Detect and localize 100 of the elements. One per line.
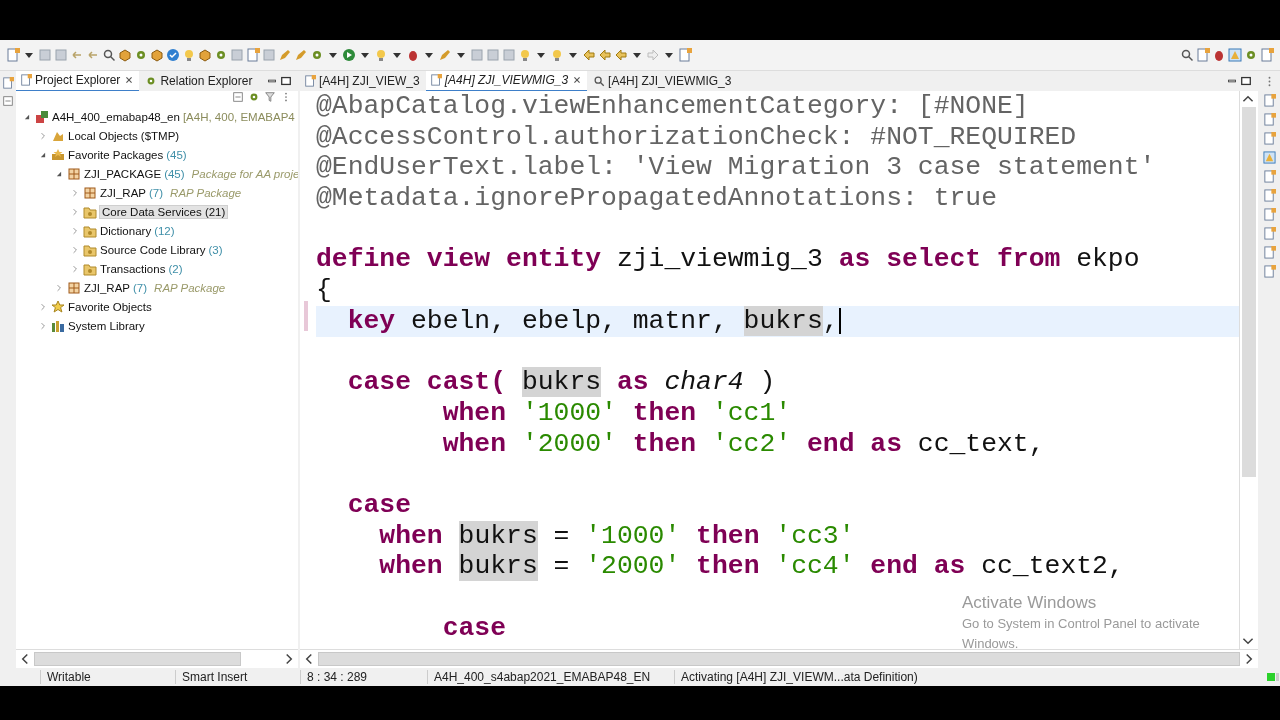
collapse-icon[interactable] — [232, 91, 244, 103]
code-line: case cast( bukrs as char4 ) — [346, 367, 776, 398]
tree-row[interactable]: Core Data Services (21) — [16, 202, 298, 221]
tree-row[interactable]: A4H_400_emabap48_en [A4H, 400, EMABAP4 — [16, 107, 298, 126]
back-arrow-icon[interactable] — [598, 48, 612, 62]
item-label: ZJI_RAP — [84, 281, 130, 294]
maximize-icon[interactable] — [280, 75, 292, 87]
status-text: Smart Insert — [175, 670, 300, 684]
tab[interactable]: Project Explorer — [16, 70, 140, 92]
page-icon[interactable] — [1262, 208, 1276, 221]
tree-row[interactable]: Local Objects ($TMP) — [16, 126, 298, 145]
package-icon — [67, 280, 81, 295]
notice-title: Activate Windows — [962, 592, 1098, 614]
item-label: Favorite Objects — [68, 300, 152, 313]
page-icon[interactable] — [1262, 246, 1276, 259]
scrollbar-thumb[interactable] — [34, 652, 241, 666]
item-label: Core Data Services (21) — [100, 205, 228, 218]
item-label: Transactions — [100, 262, 166, 275]
text-cursor — [838, 307, 841, 334]
item-label: Dictionary — [100, 224, 152, 237]
maximize-icon[interactable] — [1240, 75, 1252, 87]
bulb-icon[interactable] — [182, 48, 196, 62]
search-icon[interactable] — [102, 48, 116, 62]
page-icon — [20, 74, 32, 86]
package-icon — [83, 185, 97, 200]
page-icon — [304, 75, 316, 87]
tree-row[interactable]: Dictionary (12) — [16, 221, 298, 240]
back-arrow-icon[interactable] — [582, 48, 596, 62]
code-line: when '1000' then 'cc1' — [441, 397, 792, 429]
pencil-icon[interactable] — [294, 48, 308, 62]
pencil-icon[interactable] — [278, 48, 292, 62]
item-note: [A4H, 400, EMABAP4 — [182, 110, 295, 123]
page-icon[interactable] — [2, 77, 14, 89]
tab[interactable]: [A4H] ZJI_VIEWMIG_3 — [589, 71, 736, 91]
page-icon[interactable] — [1262, 132, 1276, 145]
tree-row[interactable]: System Library — [16, 316, 298, 335]
tab[interactable]: [A4H] ZJI_VIEWMIG_3 — [425, 70, 588, 92]
perspective-icon[interactable] — [1262, 151, 1276, 164]
item-description: RAP Package — [154, 281, 226, 294]
tree-row[interactable]: ZJI_RAP (7) RAP Package — [16, 278, 298, 297]
item-label: Favorite Packages — [68, 148, 164, 161]
code-line: when bukrs = '1000' then 'cc3' — [378, 520, 855, 552]
code-line: when bukrs = '2000' then 'cc4' end as cc_text2, — [378, 551, 1124, 582]
page-icon[interactable] — [1262, 170, 1276, 183]
page-icon[interactable] — [1262, 227, 1276, 240]
tab[interactable]: [A4H] ZJI_VIEW_3 — [300, 71, 424, 91]
play-icon[interactable] — [342, 48, 356, 62]
page-icon[interactable] — [1262, 265, 1276, 278]
item-description: RAP Package — [170, 186, 242, 199]
status-text: Activating [A4H] ZJI_VIEWM...ata Definition) — [674, 670, 1266, 684]
status-text: A4H_400_s4abap2021_EMABAP48_EN — [427, 670, 674, 684]
cube-icon[interactable] — [118, 48, 132, 62]
scrollbar-thumb[interactable] — [318, 652, 1240, 666]
page-icon[interactable] — [1262, 189, 1276, 202]
star-folder-icon — [51, 147, 65, 162]
tree-row[interactable]: Source Code Library (3) — [16, 240, 298, 259]
back-arrow-icon[interactable] — [614, 48, 628, 62]
server-icon — [35, 109, 49, 124]
code-line: { — [316, 275, 332, 306]
item-count: (45) — [166, 148, 187, 161]
code-line: @AbapCatalog.viewEnhancementCategory: [#NONE] — [316, 91, 1029, 122]
code-line: key ebeln, ebelp, matnr, bukrs, — [346, 305, 839, 337]
page-icon[interactable] — [1262, 113, 1276, 126]
page-icon[interactable] — [246, 48, 260, 62]
check-icon[interactable] — [166, 48, 180, 62]
status-text: Writable — [40, 670, 175, 684]
collapse-icon[interactable] — [2, 95, 14, 107]
code-line: when '2000' then 'cc2' end as cc_text, — [441, 428, 1045, 460]
tree-row[interactable]: Favorite Objects — [16, 297, 298, 316]
cube-icon[interactable] — [150, 48, 164, 62]
tab[interactable]: Relation Explorer — [141, 71, 257, 91]
page-icon[interactable] — [1260, 48, 1274, 62]
notice-text: Go to System in Control Panel to activate — [962, 615, 1200, 633]
code-line: @AccessControl.authorizationCheck: #NOT_REQUIRED — [316, 121, 1077, 153]
cube-icon[interactable] — [198, 48, 212, 62]
tree-row[interactable]: ZJI_RAP (7) RAP Package — [16, 183, 298, 202]
package-icon — [67, 166, 81, 181]
search-icon[interactable] — [1180, 48, 1194, 62]
item-label: ZJI_RAP — [100, 186, 146, 199]
tree-row[interactable]: Favorite Packages (45) — [16, 145, 298, 164]
item-count: (3) — [208, 243, 223, 256]
item-count: (7) — [133, 281, 148, 294]
item-count: (2) — [168, 262, 183, 275]
code-line: define view entity zji_viewmig_3 as select from ekpo — [316, 244, 1140, 276]
code-line: case — [441, 612, 507, 644]
notice-text: Windows. — [962, 635, 1020, 653]
item-count: (7) — [149, 186, 164, 199]
tree-row[interactable]: Transactions (2) — [16, 259, 298, 278]
star-icon — [51, 299, 65, 314]
search-icon — [593, 75, 606, 87]
code-line: @EndUserText.label: 'View Migration 3 case statement' — [316, 152, 1156, 184]
status-text: 8 : 34 : 289 — [300, 670, 427, 684]
item-count: (12) — [154, 224, 175, 237]
item-label: ZJI_PACKAGE — [84, 167, 162, 180]
page-icon[interactable] — [1262, 94, 1276, 107]
scrollbar-thumb[interactable] — [1242, 107, 1256, 477]
item-label: System Library — [68, 319, 145, 332]
filter-icon[interactable] — [264, 91, 276, 103]
code-line: @Metadata.ignorePropagatedAnnotations: true — [316, 183, 997, 214]
item-label: Local Objects ($TMP) — [68, 129, 180, 142]
